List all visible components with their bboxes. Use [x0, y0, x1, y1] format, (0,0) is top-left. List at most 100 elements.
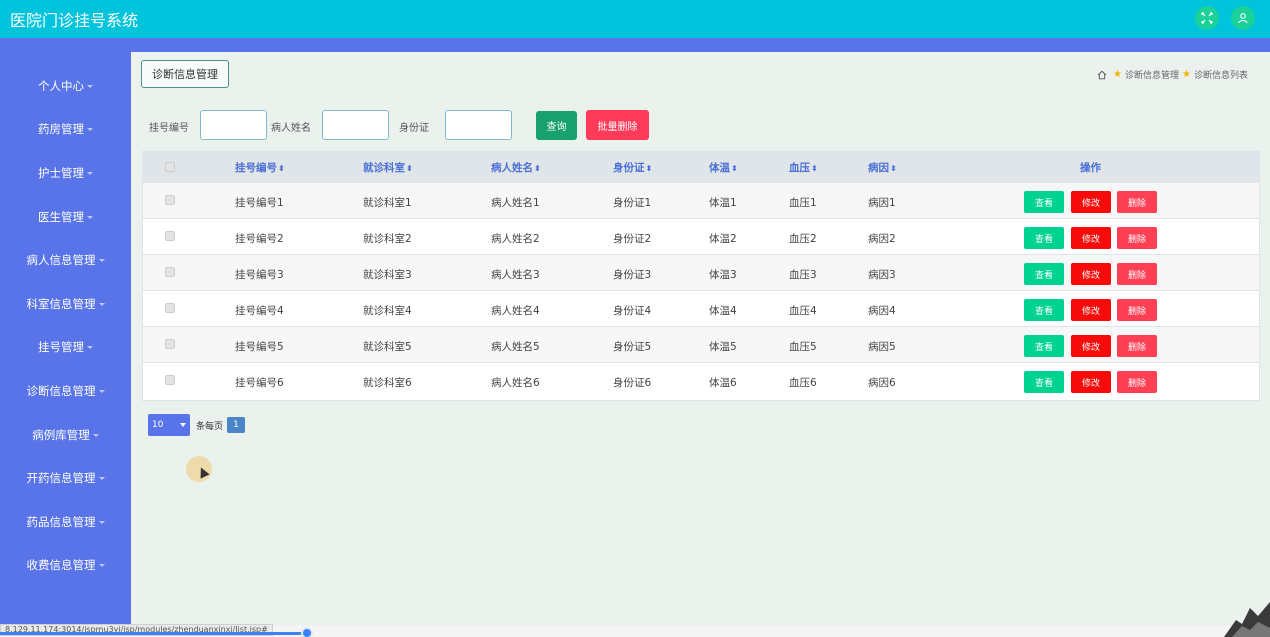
table-header: 挂号编号⬍ 就诊科室⬍ 病人姓名⬍ 身份证⬍ 体温⬍ 血压⬍ 病因⬍ 操作: [143, 152, 1259, 182]
fullscreen-icon: [1201, 12, 1213, 24]
column-header[interactable]: 身份证⬍: [613, 160, 652, 175]
row-checkbox[interactable]: [165, 267, 175, 277]
star-icon: ★: [1182, 69, 1191, 80]
main-content: 诊断信息管理 ★ 诊断信息管理 ★ 诊断信息列表 挂号编号 病人姓名 身份证 查…: [131, 52, 1270, 626]
delete-button[interactable]: 删除: [1117, 335, 1157, 357]
column-header[interactable]: 血压⬍: [789, 160, 818, 175]
delete-button[interactable]: 删除: [1117, 263, 1157, 285]
select-all-checkbox[interactable]: [165, 162, 175, 172]
chevron-down-icon: [180, 423, 186, 427]
caret-down-icon: [98, 520, 105, 524]
batch-delete-button[interactable]: 批量删除: [586, 110, 649, 140]
edit-button[interactable]: 修改: [1071, 335, 1111, 357]
cause-cell: 病因1: [868, 197, 896, 209]
sidebar-item-doctor[interactable]: 医生管理: [0, 202, 131, 232]
sidebar-item-patient-info[interactable]: 病人信息管理: [0, 245, 131, 275]
caret-down-icon: [87, 215, 93, 219]
page-size-select[interactable]: 10: [148, 414, 190, 436]
sidebar-item-personal-center[interactable]: 个人中心: [0, 71, 131, 101]
diagnosis-table: 挂号编号⬍ 就诊科室⬍ 病人姓名⬍ 身份证⬍ 体温⬍ 血压⬍ 病因⬍ 操作 挂号…: [142, 151, 1260, 401]
sort-icon: ⬍: [406, 164, 413, 173]
sidebar-item-prescription-info[interactable]: 开药信息管理: [0, 463, 131, 493]
cause-cell: 病因2: [868, 233, 896, 245]
patient-name-cell: 病人姓名3: [491, 269, 540, 281]
top-bar: 医院门诊挂号系统: [0, 0, 1270, 38]
temperature-cell: 体温3: [709, 269, 737, 281]
sidebar-item-nurse[interactable]: 护士管理: [0, 158, 131, 188]
edit-button[interactable]: 修改: [1071, 227, 1111, 249]
blood-pressure-cell: 血压4: [789, 305, 817, 317]
row-checkbox[interactable]: [165, 339, 175, 349]
view-button[interactable]: 查看: [1024, 335, 1064, 357]
temperature-cell: 体温2: [709, 233, 737, 245]
id-card-label: 身份证: [399, 123, 429, 134]
sidebar-item-diagnosis-info[interactable]: 诊断信息管理: [0, 376, 131, 406]
patient-name-cell: 病人姓名2: [491, 233, 540, 245]
caret-down-icon: [87, 171, 93, 175]
row-checkbox[interactable]: [165, 375, 175, 385]
delete-button[interactable]: 删除: [1117, 299, 1157, 321]
patient-name-cell: 病人姓名6: [491, 377, 540, 389]
table-row: 挂号编号3 就诊科室3 病人姓名3 身份证3 体温3 血压3 病因3 查看 修改…: [143, 254, 1259, 290]
caret-down-icon: [98, 302, 105, 306]
sort-icon: ⬍: [731, 164, 738, 173]
home-icon[interactable]: [1097, 70, 1107, 80]
row-checkbox[interactable]: [165, 231, 175, 241]
sidebar-item-drug-info[interactable]: 药品信息管理: [0, 507, 131, 537]
registration-no-cell: 挂号编号1: [235, 197, 284, 209]
patient-name-label: 病人姓名: [271, 123, 311, 134]
delete-button[interactable]: 删除: [1117, 227, 1157, 249]
fullscreen-button[interactable]: [1195, 6, 1219, 30]
sort-icon: ⬍: [534, 164, 541, 173]
edit-button[interactable]: 修改: [1071, 299, 1111, 321]
temperature-cell: 体温6: [709, 377, 737, 389]
sidebar-item-case-library[interactable]: 病例库管理: [0, 420, 131, 450]
temperature-cell: 体温4: [709, 305, 737, 317]
edit-button[interactable]: 修改: [1071, 263, 1111, 285]
blood-pressure-cell: 血压3: [789, 269, 817, 281]
caret-down-icon: [87, 127, 93, 131]
caret-down-icon: [98, 476, 105, 480]
app-title: 医院门诊挂号系统: [10, 11, 139, 30]
cause-cell: 病因6: [868, 377, 896, 389]
caret-down-icon: [87, 345, 93, 349]
view-button[interactable]: 查看: [1024, 227, 1064, 249]
user-button[interactable]: [1231, 6, 1255, 30]
column-header[interactable]: 病人姓名⬍: [491, 160, 541, 175]
delete-button[interactable]: 删除: [1117, 371, 1157, 393]
id-card-input[interactable]: [445, 110, 512, 140]
page-title-button[interactable]: 诊断信息管理: [141, 60, 229, 88]
sidebar-item-billing-info[interactable]: 收费信息管理: [0, 550, 131, 580]
row-checkbox[interactable]: [165, 195, 175, 205]
registration-no-input[interactable]: [200, 110, 267, 140]
breadcrumb-item[interactable]: 诊断信息管理: [1125, 68, 1179, 81]
caret-down-icon: [98, 258, 105, 262]
department-cell: 就诊科室2: [363, 233, 412, 245]
column-header[interactable]: 病因⬍: [868, 160, 897, 175]
department-cell: 就诊科室6: [363, 377, 412, 389]
cause-cell: 病因3: [868, 269, 896, 281]
edit-button[interactable]: 修改: [1071, 371, 1111, 393]
row-checkbox[interactable]: [165, 303, 175, 313]
view-button[interactable]: 查看: [1024, 371, 1064, 393]
table-row: 挂号编号4 就诊科室4 病人姓名4 身份证4 体温4 血压4 病因4 查看 修改…: [143, 290, 1259, 326]
registration-no-cell: 挂号编号2: [235, 233, 284, 245]
caret-down-icon: [98, 563, 105, 567]
column-header[interactable]: 挂号编号⬍: [235, 160, 285, 175]
temperature-cell: 体温1: [709, 197, 737, 209]
page-number-button[interactable]: 1: [227, 417, 246, 433]
column-header[interactable]: 体温⬍: [709, 160, 738, 175]
sidebar-item-pharmacy[interactable]: 药房管理: [0, 114, 131, 144]
sidebar-item-department-info[interactable]: 科室信息管理: [0, 289, 131, 319]
view-button[interactable]: 查看: [1024, 263, 1064, 285]
view-button[interactable]: 查看: [1024, 299, 1064, 321]
view-button[interactable]: 查看: [1024, 191, 1064, 213]
delete-button[interactable]: 删除: [1117, 191, 1157, 213]
edit-button[interactable]: 修改: [1071, 191, 1111, 213]
patient-name-input[interactable]: [322, 110, 389, 140]
query-button[interactable]: 查询: [536, 111, 577, 140]
sidebar-item-registration[interactable]: 挂号管理: [0, 332, 131, 362]
department-cell: 就诊科室1: [363, 197, 412, 209]
column-header[interactable]: 就诊科室⬍: [363, 160, 413, 175]
corner-decoration-icon: [1224, 602, 1270, 637]
